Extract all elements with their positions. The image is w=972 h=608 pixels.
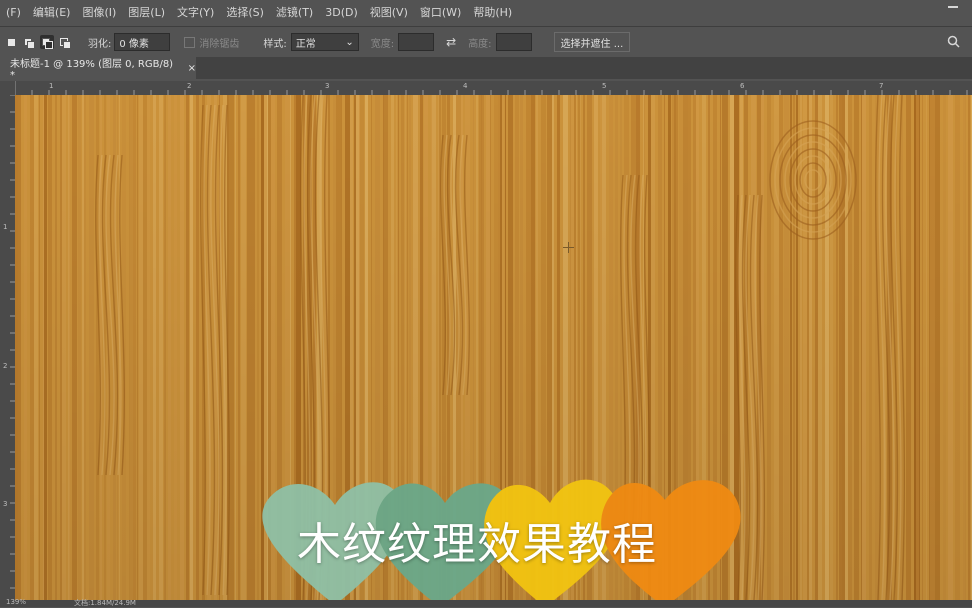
ruler-left-label: 2 bbox=[3, 362, 8, 370]
ruler-top[interactable]: 1 2 3 4 5 6 7 bbox=[15, 81, 972, 96]
antialias-checkbox[interactable] bbox=[184, 36, 196, 48]
menu-file[interactable]: (F) bbox=[0, 6, 27, 19]
search-icon[interactable] bbox=[947, 35, 960, 48]
menu-image[interactable]: 图像(I) bbox=[76, 4, 122, 20]
ruler-top-label: 4 bbox=[463, 82, 468, 90]
style-select[interactable]: 正常 ⌄ bbox=[290, 33, 359, 51]
intersect-selection-icon[interactable] bbox=[58, 35, 72, 49]
ruler-top-label: 2 bbox=[187, 82, 192, 90]
ruler-top-label: 6 bbox=[740, 82, 745, 90]
menu-type[interactable]: 文字(Y) bbox=[171, 4, 220, 20]
subtract-selection-icon[interactable] bbox=[40, 35, 54, 49]
menu-filter[interactable]: 滤镜(T) bbox=[270, 4, 319, 20]
ruler-left-ticks bbox=[10, 95, 15, 589]
document-tab-bar: 未标题-1 @ 139% (图层 0, RGB/8) * × bbox=[0, 57, 972, 81]
menu-window[interactable]: 窗口(W) bbox=[414, 4, 467, 20]
menu-select[interactable]: 选择(S) bbox=[220, 4, 270, 20]
document-tab-title: 未标题-1 @ 139% (图层 0, RGB/8) * bbox=[10, 59, 174, 81]
ruler-top-label: 7 bbox=[879, 82, 884, 90]
ruler-top-ticks bbox=[15, 81, 968, 95]
select-and-mask-button[interactable]: 选择并遮住 ... bbox=[553, 32, 631, 52]
ruler-left[interactable]: 1 2 3 bbox=[0, 95, 16, 600]
menu-help[interactable]: 帮助(H) bbox=[467, 4, 518, 20]
add-to-selection-icon[interactable] bbox=[22, 35, 36, 49]
ruler-top-label: 5 bbox=[602, 82, 607, 90]
height-label: 高度: bbox=[468, 38, 492, 50]
style-select-value: 正常 bbox=[295, 38, 316, 50]
close-icon[interactable]: × bbox=[188, 63, 196, 74]
document-tab[interactable]: 未标题-1 @ 139% (图层 0, RGB/8) * × bbox=[0, 57, 196, 81]
ruler-top-label: 3 bbox=[325, 82, 330, 90]
menu-3d[interactable]: 3D(D) bbox=[319, 6, 364, 19]
video-caption: 木纹纹理效果教程 bbox=[297, 519, 657, 570]
crosshair-cursor-icon bbox=[563, 242, 574, 253]
menu-layer[interactable]: 图层(L) bbox=[122, 4, 171, 20]
menu-bar: (F) 编辑(E) 图像(I) 图层(L) 文字(Y) 选择(S) 滤镜(T) … bbox=[0, 0, 972, 24]
width-input[interactable] bbox=[398, 33, 435, 51]
minimize-icon[interactable] bbox=[948, 6, 958, 8]
height-input[interactable] bbox=[495, 33, 532, 51]
feather-input[interactable]: 0 像素 bbox=[114, 33, 171, 51]
ruler-left-label: 1 bbox=[3, 223, 8, 231]
feather-label: 羽化: bbox=[88, 38, 112, 50]
width-label: 宽度: bbox=[370, 38, 395, 50]
antialias-label: 消除锯齿 bbox=[199, 38, 240, 50]
status-bar: 139% 文档:1.84M/24.9M bbox=[0, 598, 972, 607]
swap-icon[interactable]: ⇄ bbox=[446, 35, 456, 49]
chevron-down-icon: ⌄ bbox=[345, 36, 354, 48]
new-selection-icon[interactable] bbox=[4, 35, 18, 49]
zoom-level[interactable]: 139% bbox=[6, 598, 26, 606]
ruler-corner bbox=[0, 81, 15, 95]
menu-edit[interactable]: 编辑(E) bbox=[27, 4, 77, 20]
options-bar: 羽化: 0 像素 消除锯齿 样式: 正常 ⌄ 宽度: ⇄ 高度: 选择并遮住 ..… bbox=[0, 26, 972, 58]
menu-view[interactable]: 视图(V) bbox=[364, 4, 414, 20]
style-label: 样式: bbox=[263, 38, 287, 50]
ruler-left-label: 3 bbox=[3, 500, 8, 508]
ruler-top-label: 1 bbox=[49, 82, 54, 90]
